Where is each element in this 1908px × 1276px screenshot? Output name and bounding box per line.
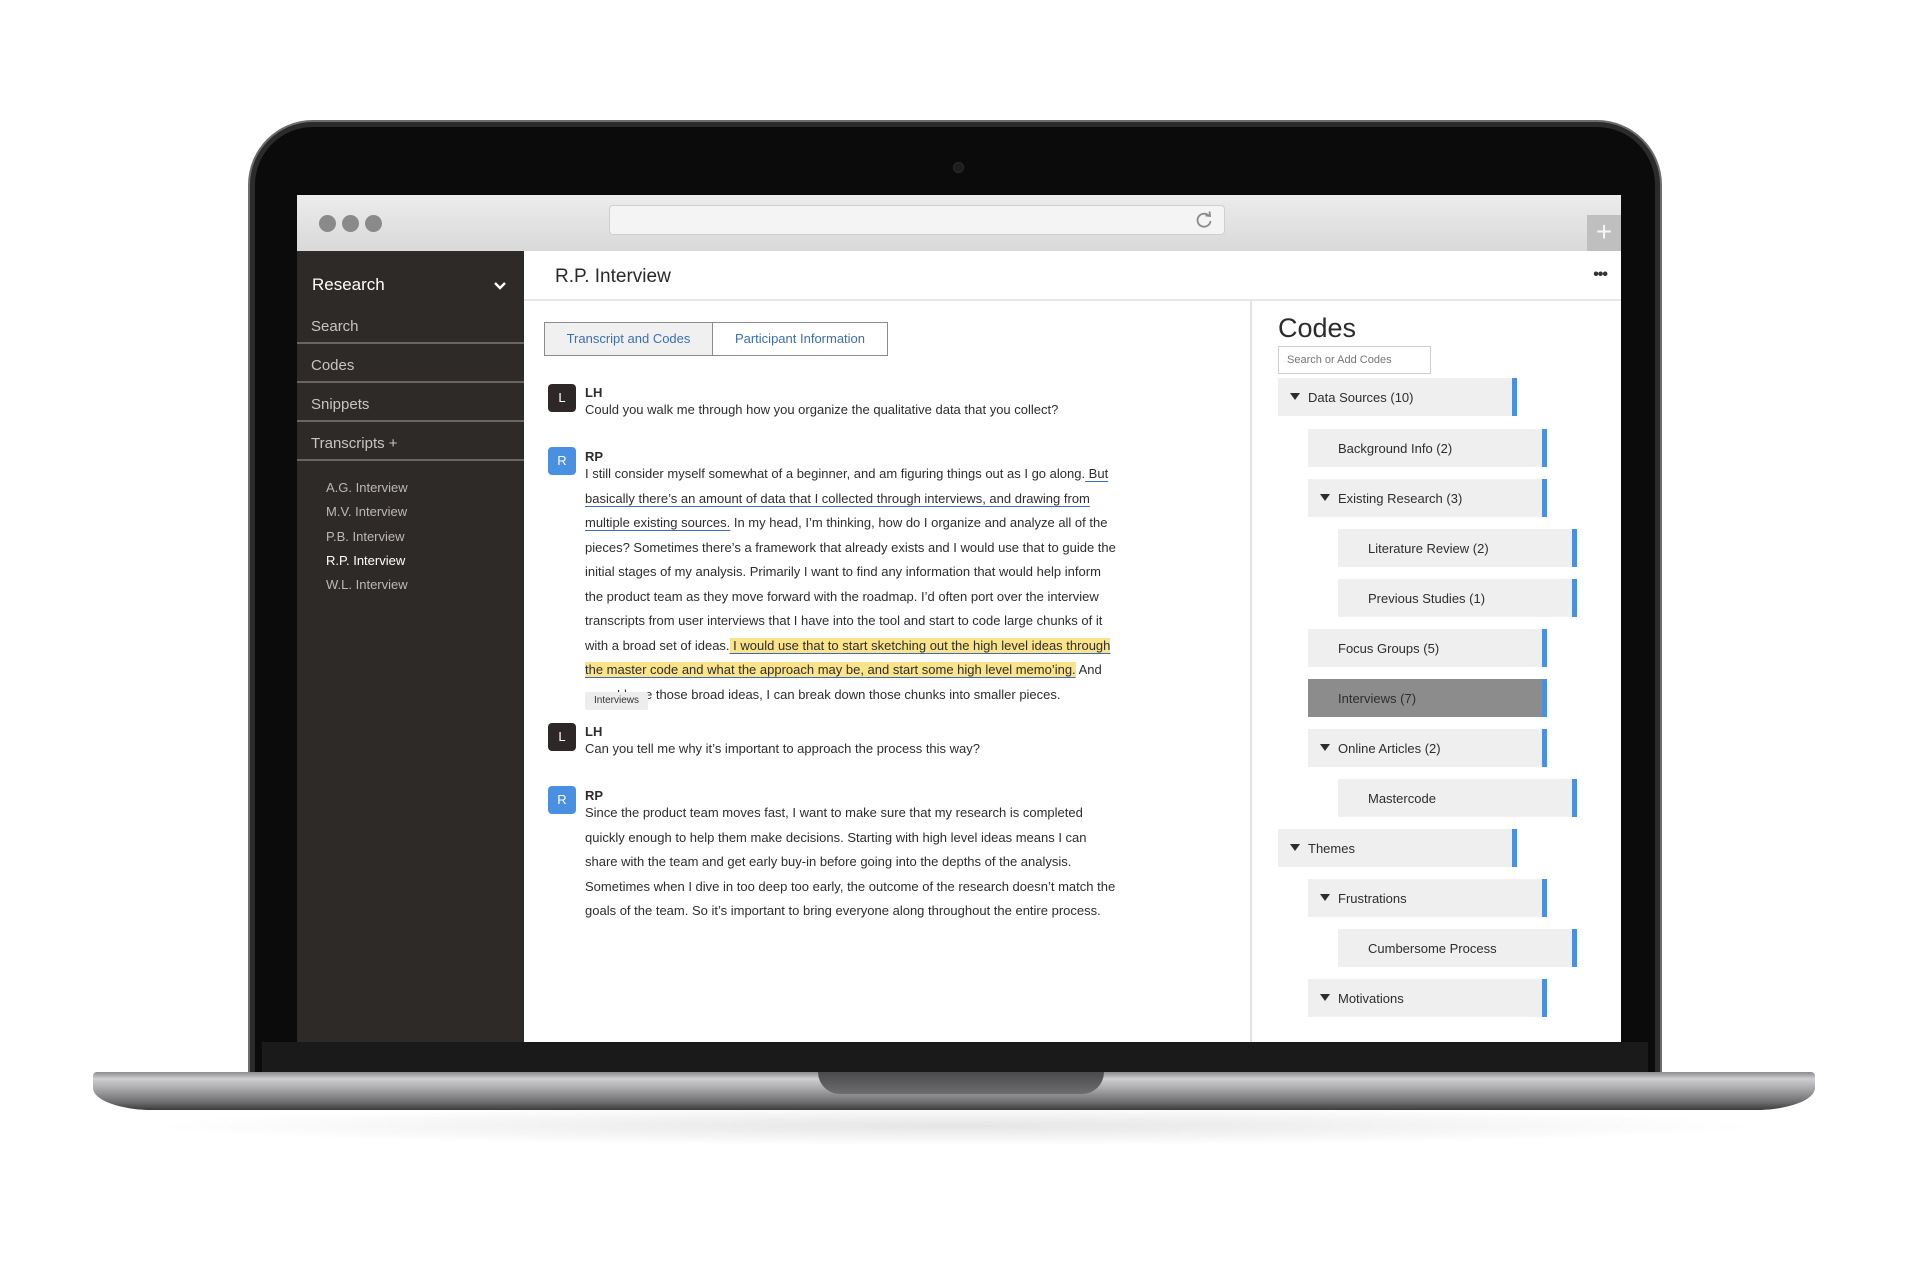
chevron-down-icon[interactable]: [493, 279, 507, 293]
transcript-text[interactable]: Could you walk me through how you organi…: [585, 398, 1115, 423]
sidebar-item-search[interactable]: Search: [297, 306, 524, 344]
code-label: Online Articles (2): [1338, 741, 1441, 756]
caret-down-icon[interactable]: [1320, 494, 1330, 501]
sidebar-item-label: Snippets: [311, 396, 370, 413]
caret-down-icon[interactable]: [1320, 994, 1330, 1001]
code-label: Frustrations: [1338, 891, 1407, 906]
codes-search-input[interactable]: [1278, 346, 1431, 374]
page-title: R.P. Interview: [555, 266, 671, 287]
laptop-bezel-bottom: [262, 1042, 1648, 1072]
code-label: Literature Review (2): [1368, 541, 1489, 556]
code-label: Themes: [1308, 841, 1355, 856]
laptop-shadow: [140, 1106, 1770, 1146]
minimize-window-dot[interactable]: [342, 215, 359, 232]
maximize-window-dot[interactable]: [365, 215, 382, 232]
code-label: Motivations: [1338, 991, 1404, 1006]
caret-down-icon[interactable]: [1290, 844, 1300, 851]
sidebar-item-transcripts[interactable]: Transcripts +: [297, 423, 524, 461]
sidebar-item-codes[interactable]: Codes: [297, 345, 524, 383]
sidebar-item-label: Transcripts +: [311, 435, 398, 452]
avatar: L: [548, 384, 576, 412]
transcript-link[interactable]: W.L. Interview: [326, 577, 408, 592]
tab-transcript-and-codes[interactable]: Transcript and Codes: [544, 322, 713, 356]
caret-down-icon[interactable]: [1320, 894, 1330, 901]
code-item-mastercode[interactable]: Mastercode: [1338, 779, 1577, 817]
avatar: L: [548, 723, 576, 751]
more-options-icon[interactable]: •••: [1593, 266, 1608, 284]
code-item-interviews[interactable]: Interviews (7): [1308, 679, 1547, 717]
transcript-paragraph[interactable]: I still consider myself somewhat of a be…: [585, 462, 1119, 707]
avatar: R: [548, 786, 576, 814]
laptop-notch: [818, 1072, 1104, 1094]
code-item-online-articles[interactable]: Online Articles (2): [1308, 729, 1547, 767]
codes-title: Codes: [1278, 313, 1357, 343]
transcript-text[interactable]: Can you tell me why it’s important to ap…: [585, 737, 1115, 762]
code-label: Background Info (2): [1338, 441, 1453, 456]
code-label: Existing Research (3): [1338, 491, 1463, 506]
sidebar-item-label: Codes: [311, 357, 355, 374]
transcript-link[interactable]: M.V. Interview: [326, 504, 407, 519]
browser-toolbar: +: [297, 195, 1621, 251]
code-item-existing-research[interactable]: Existing Research (3): [1308, 479, 1547, 517]
caret-down-icon[interactable]: [1320, 744, 1330, 751]
transcript-link[interactable]: A.G. Interview: [326, 480, 408, 495]
code-label: Interviews (7): [1338, 691, 1417, 706]
close-window-dot[interactable]: [319, 215, 336, 232]
screen: + Research Search Codes Snippets Transcr…: [297, 195, 1621, 1042]
address-bar[interactable]: [609, 205, 1225, 235]
transcript-text: In my head, I’m thinking, how do I organ…: [585, 515, 1116, 653]
new-tab-button[interactable]: +: [1587, 215, 1621, 251]
codes-panel: Codes Data Sources (10) Background Info …: [1252, 301, 1621, 1042]
camera-icon: [953, 162, 964, 173]
sidebar-item-snippets[interactable]: Snippets: [297, 384, 524, 422]
transcript-pane: Transcript and Codes Participant Informa…: [524, 301, 1250, 1042]
code-item-focus-groups[interactable]: Focus Groups (5): [1308, 629, 1547, 667]
main-content: R.P. Interview ••• Transcript and Codes …: [524, 251, 1621, 1042]
code-label: Mastercode: [1368, 791, 1436, 806]
tab-participant-information[interactable]: Participant Information: [712, 322, 888, 356]
code-item-frustrations[interactable]: Frustrations: [1308, 879, 1547, 917]
code-label: Focus Groups (5): [1338, 641, 1440, 656]
code-item-cumbersome-process[interactable]: Cumbersome Process: [1338, 929, 1577, 967]
code-item-literature-review[interactable]: Literature Review (2): [1338, 529, 1577, 567]
code-tag[interactable]: Interviews: [585, 692, 649, 710]
sidebar: Research Search Codes Snippets Transcrip…: [297, 251, 524, 1042]
code-item-motivations[interactable]: Motivations: [1308, 979, 1547, 1017]
transcript-link[interactable]: P.B. Interview: [326, 529, 405, 544]
code-item-data-sources[interactable]: Data Sources (10): [1278, 378, 1517, 416]
code-item-background-info[interactable]: Background Info (2): [1308, 429, 1547, 467]
code-label: Data Sources (10): [1308, 390, 1414, 405]
avatar: R: [548, 447, 576, 475]
transcript-link-active[interactable]: R.P. Interview: [326, 553, 405, 568]
caret-down-icon[interactable]: [1290, 393, 1300, 400]
page-header: R.P. Interview •••: [524, 251, 1621, 301]
code-label: Cumbersome Process: [1368, 941, 1497, 956]
workspace-title[interactable]: Research: [312, 275, 385, 295]
transcript-paragraph[interactable]: Since the product team moves fast, I wan…: [585, 801, 1119, 924]
sidebar-item-label: Search: [311, 318, 359, 335]
code-label: Previous Studies (1): [1368, 591, 1486, 606]
code-item-themes[interactable]: Themes: [1278, 829, 1517, 867]
code-item-previous-studies[interactable]: Previous Studies (1): [1338, 579, 1577, 617]
reload-icon[interactable]: [1194, 210, 1214, 230]
transcript-text: I still consider myself somewhat of a be…: [585, 466, 1086, 481]
